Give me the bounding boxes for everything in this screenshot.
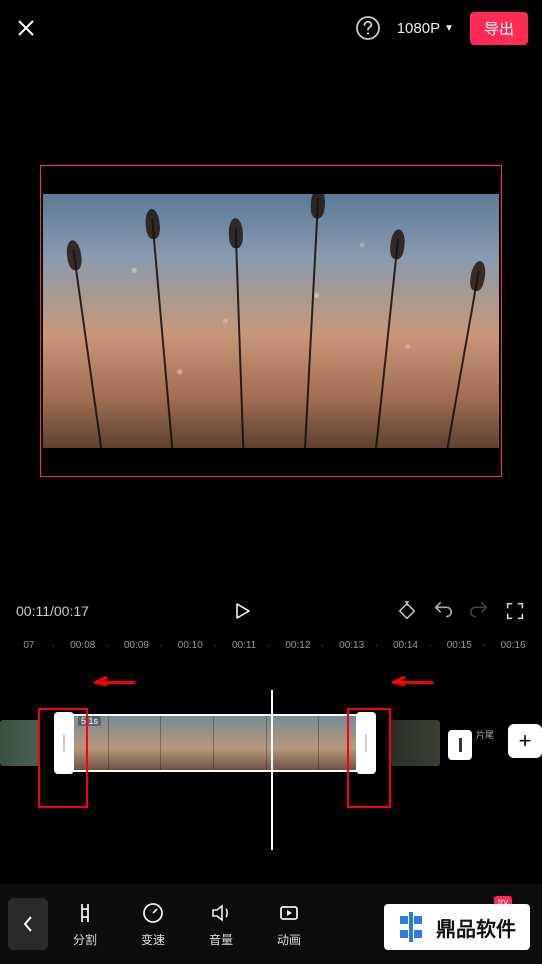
clip-duration-label: 5.1s (78, 716, 101, 726)
ruler-tick: 00:13 (325, 640, 379, 651)
clip-end-marker[interactable] (448, 730, 472, 760)
ruler-tick: 00:08 (56, 640, 110, 651)
clip-after[interactable] (390, 720, 440, 766)
chevron-down-icon: ▼ (444, 23, 454, 34)
ruler-tick: 07 (2, 640, 56, 651)
selected-clip[interactable] (56, 714, 372, 772)
tool-label: 变速 (141, 931, 165, 948)
top-bar: 1080P ▼ 导出 (0, 0, 542, 56)
ruler-tick: 00:14 (379, 640, 433, 651)
play-icon (232, 601, 252, 621)
help-icon (355, 15, 381, 41)
undo-button[interactable] (432, 600, 454, 622)
play-button[interactable] (232, 601, 252, 621)
preview-image (43, 194, 499, 448)
timeline[interactable]: 5.1s 片尾 + (0, 660, 542, 860)
plus-icon: + (519, 728, 532, 754)
clip-before[interactable] (0, 720, 40, 766)
redo-button[interactable] (468, 600, 490, 622)
tool-speed[interactable]: 变速 (122, 901, 184, 948)
speed-icon (141, 901, 165, 925)
tool-label: 动画 (277, 931, 301, 948)
keyframe-icon (396, 600, 418, 622)
preview-frame[interactable] (40, 165, 502, 477)
playback-bar: 00:11/00:17 (0, 586, 542, 636)
tool-volume[interactable]: 音量 (190, 901, 252, 948)
clip-handle-left[interactable] (54, 712, 74, 774)
tool-label: 音量 (209, 931, 233, 948)
back-button[interactable] (8, 898, 48, 950)
clip-end-label: 片尾 (476, 728, 494, 741)
add-clip-button[interactable]: + (508, 724, 542, 758)
watermark: 鼎品软件 (384, 904, 530, 950)
fullscreen-icon (504, 600, 526, 622)
redo-icon (468, 600, 490, 622)
chevron-left-icon (21, 914, 35, 934)
annotation-arrow-left (87, 659, 137, 707)
ruler-tick: 00:15 (432, 640, 486, 651)
tool-label: 分割 (73, 931, 97, 948)
ruler-tick: 00:16 (486, 640, 540, 651)
time-display: 00:11/00:17 (16, 603, 89, 619)
tool-animation[interactable]: 动画 (258, 901, 320, 948)
help-button[interactable] (355, 15, 381, 41)
playhead[interactable] (271, 690, 273, 850)
preview-area (0, 86, 542, 556)
ruler-tick: 00:11 (217, 640, 271, 651)
export-button[interactable]: 导出 (470, 12, 528, 45)
resolution-dropdown[interactable]: 1080P ▼ (397, 20, 454, 37)
clip-handle-right[interactable] (356, 712, 376, 774)
watermark-logo-icon (394, 910, 428, 944)
animation-icon (277, 901, 301, 925)
tool-split[interactable]: 分割 (54, 901, 116, 948)
fullscreen-button[interactable] (504, 600, 526, 622)
ruler-tick: 00:10 (163, 640, 217, 651)
resolution-value: 1080P (397, 20, 440, 37)
undo-icon (432, 600, 454, 622)
ruler-tick: 00:09 (110, 640, 164, 651)
annotation-arrow-right (385, 659, 435, 707)
split-icon (73, 901, 97, 925)
keyframe-button[interactable] (396, 600, 418, 622)
ruler-tick: 00:12 (271, 640, 325, 651)
close-button[interactable] (14, 16, 38, 40)
volume-icon (209, 901, 233, 925)
close-icon (14, 16, 38, 40)
watermark-text: 鼎品软件 (436, 913, 516, 942)
time-ruler[interactable]: 07 00:08 00:09 00:10 00:11 00:12 00:13 0… (0, 636, 542, 654)
